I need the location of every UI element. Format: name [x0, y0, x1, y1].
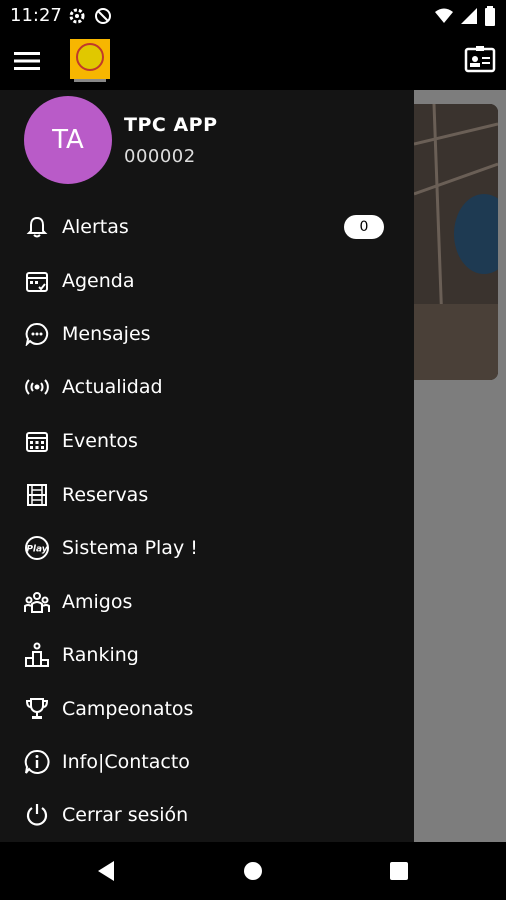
menu-item-label: Reservas [62, 484, 149, 506]
do-not-disturb-icon [95, 8, 111, 24]
menu-item-label: Amigos [62, 591, 133, 613]
menu-item-label: Info|Contacto [62, 751, 190, 773]
menu-item-label: Cerrar sesión [62, 804, 189, 826]
app-bar [0, 32, 506, 90]
calendar-check-icon [26, 272, 48, 292]
menu-item-label: Eventos [62, 430, 138, 452]
menu-item-ranking[interactable]: Ranking [0, 630, 414, 680]
menu-item-sistema-play[interactable]: Play Sistema Play ! [0, 523, 414, 573]
club-logo [70, 39, 110, 82]
hero-image [414, 104, 498, 380]
navigation-drawer: TA TPC APP 000002 Alertas 0 Agenda Mensa… [0, 90, 414, 842]
menu-item-info-contacto[interactable]: Info|Contacto [0, 737, 414, 787]
info-icon [24, 749, 50, 774]
menu-item-label: Sistema Play ! [62, 537, 198, 559]
menu-item-agenda[interactable]: Agenda [0, 256, 414, 306]
menu-item-label: Mensajes [62, 323, 151, 345]
bell-icon [26, 216, 48, 238]
ranking-podium-icon [25, 642, 49, 667]
calendar-grid-icon [26, 432, 48, 452]
menu-item-label: Agenda [62, 270, 135, 292]
menu-item-cerrar-sesion[interactable]: Cerrar sesión [0, 790, 414, 840]
menu-item-alertas[interactable]: Alertas 0 [0, 202, 414, 252]
menu-item-label: Actualidad [62, 376, 163, 398]
user-code: 000002 [124, 146, 196, 167]
svg-text:Play: Play [26, 545, 48, 555]
signal-icon [461, 8, 477, 24]
trophy-icon [25, 698, 49, 719]
battery-icon [485, 6, 495, 26]
menu-item-mensajes[interactable]: Mensajes [0, 309, 414, 359]
member-card-icon[interactable] [464, 44, 496, 76]
wifi-icon [435, 8, 453, 23]
back-icon[interactable] [96, 860, 116, 882]
home-icon[interactable] [244, 862, 262, 880]
avatar: TA [24, 96, 112, 184]
status-bar: 11:27 [0, 0, 506, 32]
recents-icon[interactable] [390, 862, 408, 880]
hamburger-menu-icon[interactable] [14, 50, 40, 72]
status-time: 11:27 [10, 5, 62, 26]
menu-item-actualidad[interactable]: Actualidad [0, 362, 414, 412]
settings-icon [69, 8, 85, 24]
menu-item-label: Ranking [62, 644, 139, 666]
court-icon [27, 484, 47, 506]
menu-item-label: Campeonatos [62, 698, 194, 720]
menu-item-reservas[interactable]: Reservas [0, 470, 414, 520]
system-nav-bar [0, 842, 506, 900]
alerts-count-badge: 0 [344, 215, 384, 239]
user-name: TPC APP [124, 114, 218, 136]
menu-item-campeonatos[interactable]: Campeonatos [0, 684, 414, 734]
power-icon [26, 804, 48, 826]
play-badge-icon: Play [25, 536, 49, 560]
broadcast-icon [25, 379, 49, 395]
avatar-initials: TA [52, 125, 84, 155]
menu-item-label: Alertas [62, 216, 129, 238]
chat-bubble-icon [25, 322, 49, 346]
menu-item-eventos[interactable]: Eventos [0, 416, 414, 466]
menu-item-amigos[interactable]: Amigos [0, 577, 414, 627]
friends-icon [24, 592, 50, 613]
